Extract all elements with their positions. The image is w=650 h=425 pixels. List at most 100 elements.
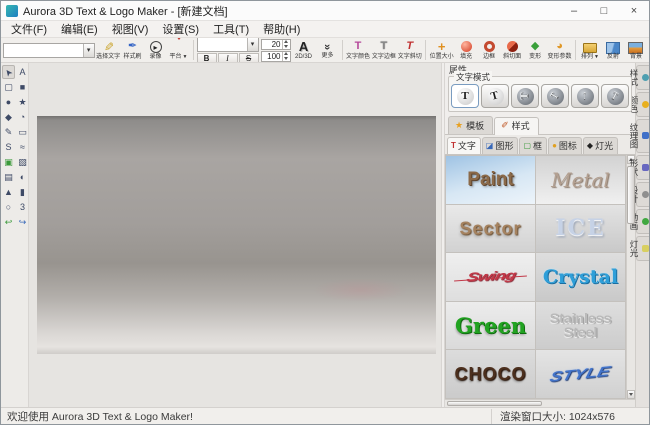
pen-tool[interactable]: ✎ (2, 125, 15, 139)
box-tool[interactable]: ▤ (2, 170, 15, 184)
tab-styles[interactable]: ✐ 样式 (494, 117, 539, 135)
text-mode-flat-button[interactable]: T (511, 84, 539, 108)
menu-help[interactable]: 帮助(H) (256, 20, 307, 38)
rect-tool[interactable]: ■ (16, 80, 29, 94)
pie-tool[interactable]: ◔ (16, 110, 29, 124)
record-button[interactable]: 录像 (145, 39, 167, 62)
reflect-button[interactable]: 反射 (602, 39, 624, 62)
menu-edit[interactable]: 编辑(E) (54, 20, 105, 38)
more-button[interactable]: » 更多 (317, 39, 339, 62)
tab-frame[interactable]: ▢框 (519, 137, 547, 154)
polygon-tool[interactable]: ◆ (2, 110, 15, 124)
tab-light[interactable]: ◆灯光 (583, 137, 618, 154)
style-combo[interactable]: ▾ (3, 43, 95, 58)
text-mode-rotate-button[interactable]: T (601, 84, 629, 108)
scroll-down-icon[interactable] (627, 390, 635, 399)
text-mode-edge-button[interactable]: T (571, 84, 599, 108)
text-color-button[interactable]: 文字颜色 (346, 39, 371, 62)
redo-arrow-tool[interactable]: ↪ (16, 215, 29, 229)
select-text-button[interactable]: 选择文字 (96, 39, 121, 62)
dock-tab-light[interactable]: 灯光 (636, 236, 649, 261)
cylinder-tool[interactable]: ▮ (16, 185, 29, 199)
double-chevron-icon: » (322, 43, 334, 49)
palette-icon: ✐ (501, 121, 509, 130)
menu-file[interactable]: 文件(F) (4, 20, 54, 38)
dock-tab-texture[interactable]: 纹理图 (636, 119, 649, 153)
spinner-down-icon[interactable] (283, 44, 290, 49)
close-button[interactable]: × (619, 1, 649, 20)
scrollbar-thumb[interactable] (447, 401, 542, 406)
text-mode-upright-button[interactable]: T (451, 84, 479, 108)
depth-stepper[interactable]: 100 (261, 51, 291, 62)
menu-view[interactable]: 视图(V) (105, 20, 156, 38)
menu-settings[interactable]: 设置(S) (155, 20, 206, 38)
render-viewport[interactable] (37, 116, 436, 354)
panel-tool[interactable]: ▭ (16, 125, 29, 139)
text-tool[interactable]: A (16, 65, 29, 79)
deform-params-button[interactable]: 变形参数 (547, 39, 572, 62)
template-swing[interactable]: Swing (446, 253, 535, 301)
template-sector[interactable]: Sector (446, 205, 535, 253)
template-crystal[interactable]: Crystal (536, 253, 625, 301)
combo-dropdown-icon[interactable]: ▾ (83, 44, 94, 57)
tab-shape[interactable]: ◪图形 (482, 137, 519, 154)
dock-tab-animation[interactable]: 动画 (636, 209, 649, 234)
bold-button[interactable]: B (197, 53, 217, 64)
symbol-tool[interactable]: S (2, 140, 15, 154)
dock-tab-shape[interactable]: 形状 (636, 155, 649, 180)
text-mode-angle-button[interactable]: T (541, 84, 569, 108)
dock-tab-style[interactable]: 样式 (636, 65, 649, 90)
text-border-button[interactable]: 文字边框 (371, 39, 396, 62)
template-choco[interactable]: CHOCO (446, 350, 535, 398)
cone-tool[interactable]: ▲ (2, 185, 15, 199)
arrange-button[interactable]: 排列▼ (579, 39, 601, 62)
template-style[interactable]: STYLE (536, 350, 625, 398)
text-bevel-button[interactable]: 文字斜切 (397, 39, 422, 62)
font-size-stepper[interactable]: 20 (261, 39, 291, 50)
torus-tool[interactable]: ○ (2, 200, 15, 214)
sphere-tool[interactable]: ◐ (16, 170, 29, 184)
font-combo[interactable]: ▾ (197, 38, 259, 52)
grid-vertical-scrollbar[interactable] (626, 155, 635, 399)
background-button[interactable]: 背景 (625, 39, 647, 62)
template-ice[interactable]: ICE (536, 205, 625, 253)
node-edit-tool[interactable]: ▣ (2, 155, 15, 169)
dock-tab-design[interactable]: 设计 (636, 182, 649, 207)
fill-button[interactable]: 填充 (455, 39, 477, 62)
strikethrough-button[interactable]: S (239, 53, 259, 64)
template-metal[interactable]: Metal (536, 156, 625, 204)
minimize-button[interactable]: – (559, 1, 589, 20)
deform-button[interactable]: 变形 (524, 39, 546, 62)
border-button[interactable]: 边框 (478, 39, 500, 62)
tab-templates[interactable]: ★ 模板 (448, 116, 493, 134)
bevel-face-button[interactable]: 斜切面 (501, 39, 523, 62)
dock-tab-color[interactable]: 颜色 (636, 92, 649, 117)
style-brush-button[interactable]: 样式刷 (122, 39, 144, 62)
platform-button[interactable]: 平台▼ (168, 39, 190, 62)
rounded-rect-tool[interactable]: ▢ (2, 80, 15, 94)
panel-horizontal-scrollbar[interactable] (445, 399, 635, 407)
tab-text[interactable]: T文字 (447, 137, 481, 154)
2d-3d-toggle-button[interactable]: A 2D/3D (293, 39, 315, 62)
combo-dropdown-icon[interactable]: ▾ (247, 38, 258, 51)
template-paint[interactable]: Paint (446, 156, 535, 204)
freeform-tool[interactable]: ≈ (16, 140, 29, 154)
undo-arrow-tool[interactable]: ↩ (2, 215, 15, 229)
extrude-tool[interactable]: ▧ (16, 155, 29, 169)
ellipse-tool[interactable]: ● (2, 95, 15, 109)
text-mode-tilt-button[interactable]: T (481, 84, 509, 108)
spline-tool[interactable]: 3 (16, 200, 29, 214)
italic-button[interactable]: I (218, 53, 238, 64)
style-tab-icon (642, 74, 649, 81)
template-green[interactable]: Green (446, 302, 535, 350)
maximize-button[interactable]: □ (589, 1, 619, 20)
scrollbar-thumb[interactable] (627, 166, 635, 224)
select-tool[interactable]: ➤ (2, 65, 15, 79)
tab-icon[interactable]: ●图标 (548, 137, 582, 154)
spinner-down-icon[interactable] (283, 56, 290, 61)
position-size-button[interactable]: 位置大小 (429, 39, 454, 62)
template-stainless-steel[interactable]: Stainless Steel (536, 302, 625, 350)
star-tool[interactable]: ★ (16, 95, 29, 109)
menu-tools[interactable]: 工具(T) (206, 20, 256, 38)
dock-tab-strip: 样式 颜色 纹理图 形状 设计 动画 灯光 (635, 63, 649, 407)
